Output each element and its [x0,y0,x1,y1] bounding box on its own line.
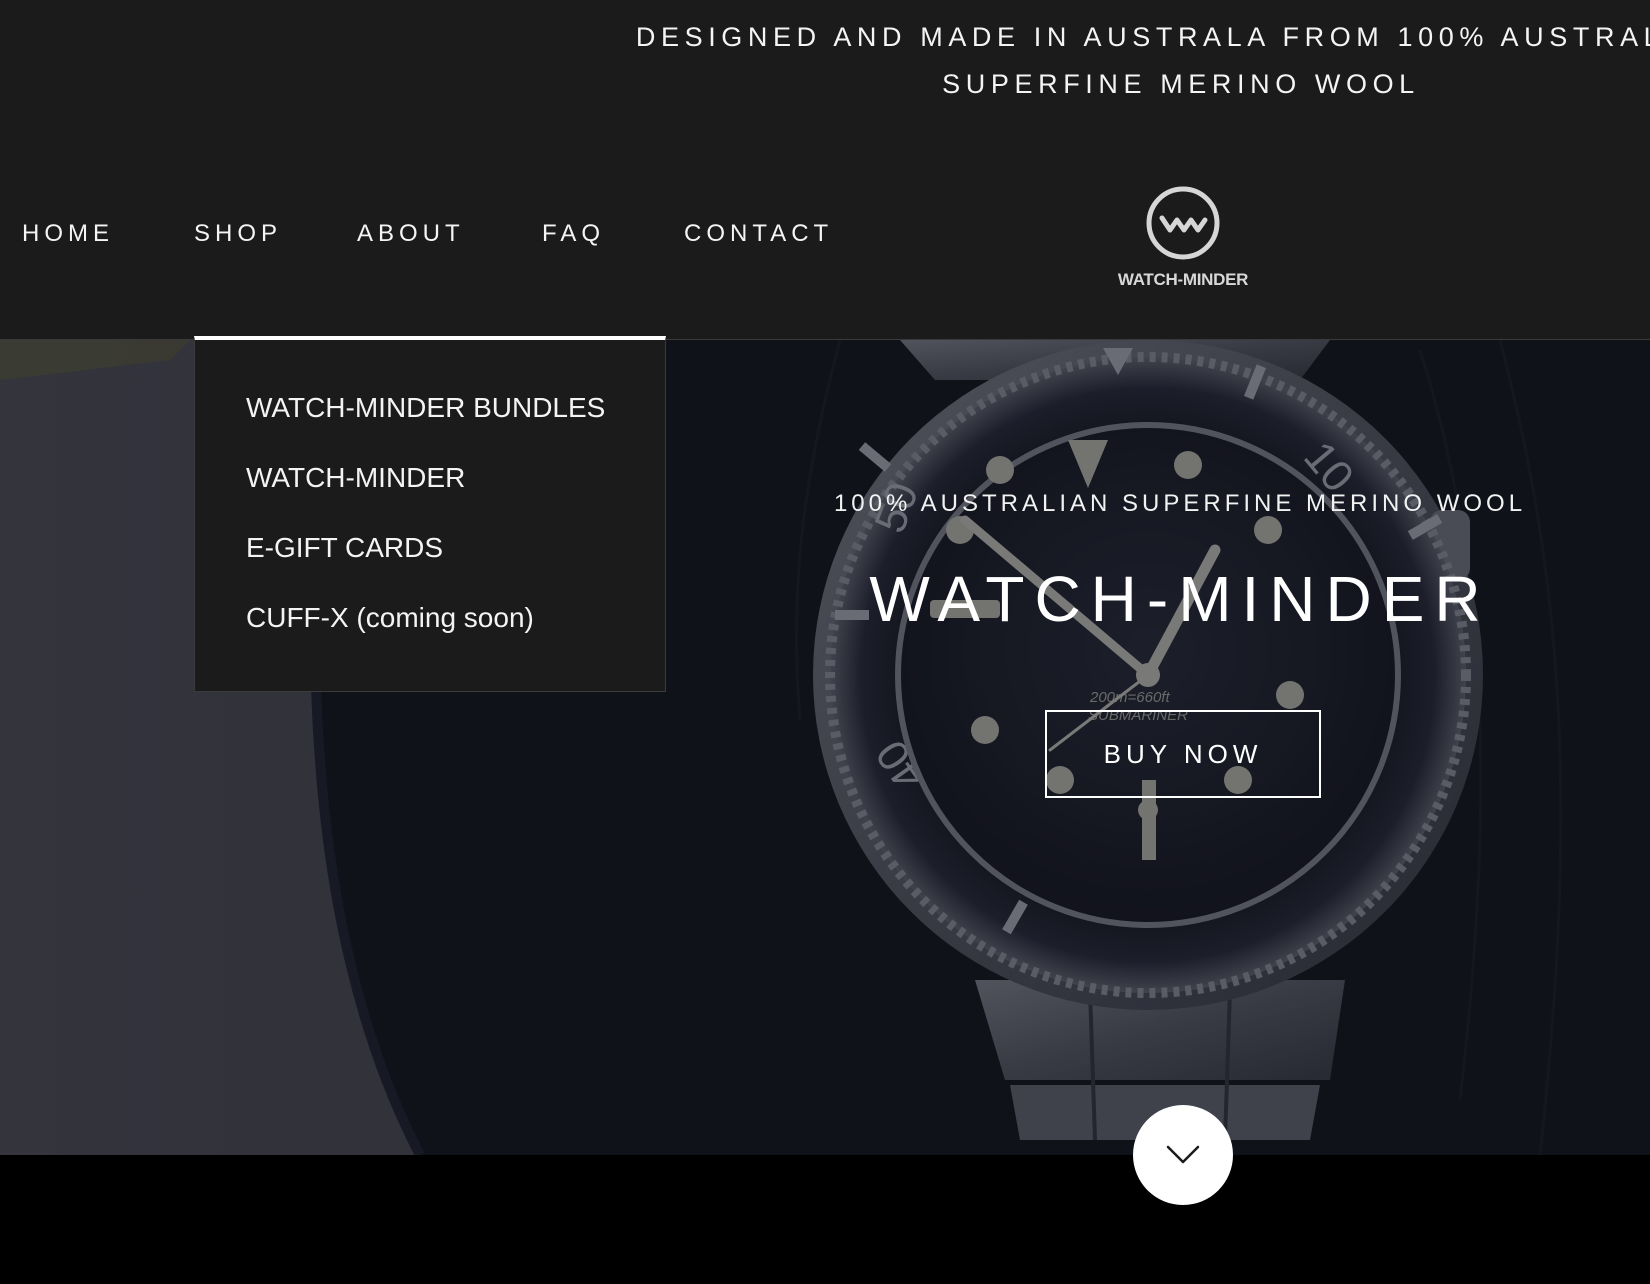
nav-contact[interactable]: CONTACT [684,220,833,248]
nav-shop[interactable]: SHOP [194,220,282,248]
buy-now-button[interactable]: BUY NOW [1045,710,1321,798]
logo-text: WATCH-MINDER [1117,270,1249,289]
hero-title: WATCH-MINDER [869,563,1491,635]
site-logo[interactable]: WATCH-MINDER [1108,184,1258,294]
menu-item-e-gift-cards[interactable]: E-GIFT CARDS [246,532,443,564]
menu-item-cuff-x[interactable]: CUFF-X (coming soon) [246,602,534,634]
nav-home[interactable]: HOME [22,220,114,248]
chevron-down-icon [1166,1145,1200,1164]
announcement-text: DESIGNED AND MADE IN AUSTRALA FROM 100% … [635,22,1650,99]
page-bottom [0,1155,1650,1284]
menu-item-watch-minder-bundles[interactable]: WATCH-MINDER BUNDLES [246,392,605,424]
scroll-down-button[interactable] [1133,1105,1233,1205]
nav-about[interactable]: ABOUT [357,220,465,248]
hero-eyebrow: 100% AUSTRALIAN SUPERFINE MERINO WOOL [833,490,1527,517]
menu-item-watch-minder[interactable]: WATCH-MINDER [246,462,465,494]
nav-faq[interactable]: FAQ [542,220,605,248]
announcement-bar: DESIGNED AND MADE IN AUSTRALA FROM 100% … [0,0,1650,140]
shop-dropdown-menu: WATCH-MINDER BUNDLES WATCH-MINDER E-GIFT… [194,336,666,692]
site-header: HOME SHOP ABOUT FAQ CONTACT WATCH-MINDER [0,140,1650,340]
watch-minder-logo-icon [1146,186,1220,260]
